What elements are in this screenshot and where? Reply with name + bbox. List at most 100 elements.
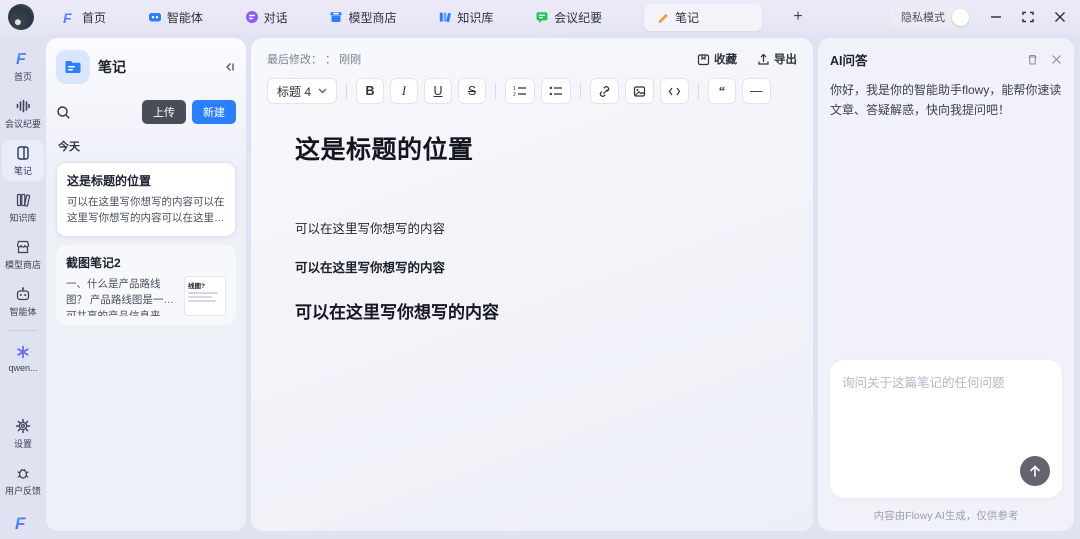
tab-label: 知识库 xyxy=(457,9,493,26)
gear-icon xyxy=(15,418,31,434)
editor-content[interactable]: 这是标题的位置 可以在这里写你想写的内容 可以在这里写你想写的内容 可以在这里写… xyxy=(267,104,797,323)
sidebar-item-label: 设置 xyxy=(14,437,32,450)
sidebar-divider xyxy=(8,330,38,331)
notes-app-icon xyxy=(56,50,90,84)
upload-button[interactable]: 上传 xyxy=(142,100,186,124)
left-sidebar: F 首页 会议纪要 笔记 知识库 模型商店 智能体 xyxy=(0,34,46,539)
quote-button[interactable]: “ xyxy=(708,78,736,104)
sidebar-item-model-store[interactable]: 模型商店 xyxy=(2,234,44,275)
bullet-list-button[interactable] xyxy=(541,78,571,104)
code-icon xyxy=(668,86,681,97)
close-panel-icon[interactable] xyxy=(1051,54,1062,65)
qwen-logo-icon xyxy=(15,344,31,360)
export-icon xyxy=(757,53,770,66)
tab-label: 首页 xyxy=(82,9,106,26)
export-button[interactable]: 导出 xyxy=(757,51,797,67)
document-paragraph[interactable]: 可以在这里写你想写的内容 xyxy=(295,218,769,237)
tab-home[interactable]: F 首页 xyxy=(62,9,106,26)
tab-strip: F 首页 智能体 对话 模型商店 知识库 会议纪要 xyxy=(62,4,762,31)
ai-panel-title: AI问答 xyxy=(830,50,1026,69)
image-button[interactable] xyxy=(625,78,654,104)
topbar: F 首页 智能体 对话 模型商店 知识库 会议纪要 xyxy=(0,0,1080,34)
italic-button[interactable]: I xyxy=(390,78,418,104)
sidebar-item-label: qwen... xyxy=(8,363,37,373)
tab-label: 智能体 xyxy=(167,9,203,26)
sidebar-item-settings[interactable]: 设置 xyxy=(2,413,44,454)
svg-text:F: F xyxy=(63,10,72,25)
storefront-icon xyxy=(15,239,31,255)
send-button[interactable] xyxy=(1020,456,1050,486)
privacy-mode-toggle[interactable]: 隐私模式 xyxy=(889,6,972,28)
note-list-item-selected[interactable]: 这是标题的位置 可以在这里写你想写的内容可以在这里写你想写的内容可以在这里写你想… xyxy=(56,162,236,237)
document-paragraph[interactable]: 可以在这里写你想写的内容 xyxy=(295,257,769,276)
code-button[interactable] xyxy=(660,78,689,104)
notes-section-today: 今天 xyxy=(58,138,234,154)
link-icon xyxy=(598,85,611,98)
document-paragraph[interactable]: 可以在这里写你想写的内容 xyxy=(295,298,769,323)
ai-question-input[interactable] xyxy=(842,372,1050,452)
maximize-button[interactable] xyxy=(1020,9,1036,25)
minimize-button[interactable] xyxy=(988,9,1004,25)
toggle-knob xyxy=(952,9,969,26)
sidebar-item-meeting-minutes[interactable]: 会议纪要 xyxy=(2,93,44,134)
sidebar-item-qwen[interactable]: qwen... xyxy=(2,339,44,377)
tab-agents[interactable]: 智能体 xyxy=(148,9,203,26)
search-icon[interactable] xyxy=(56,105,71,120)
knowledge-icon xyxy=(438,10,452,24)
books-icon xyxy=(15,192,31,208)
strikethrough-button[interactable]: S xyxy=(458,78,486,104)
sidebar-item-label: 知识库 xyxy=(9,211,36,224)
sidebar-item-label: 笔记 xyxy=(14,164,32,177)
window-controls xyxy=(988,9,1068,25)
divider-button[interactable]: — xyxy=(742,78,771,104)
tab-chat[interactable]: 对话 xyxy=(245,9,288,26)
tab-notes[interactable]: 笔记 xyxy=(644,4,762,31)
close-button[interactable] xyxy=(1052,9,1068,25)
svg-text:F: F xyxy=(15,514,26,533)
tab-meeting-minutes[interactable]: 会议纪要 xyxy=(535,9,602,26)
bold-button[interactable]: B xyxy=(356,78,384,104)
sidebar-item-home[interactable]: F 首页 xyxy=(2,44,44,87)
editor-toolbar: 标题 4 B I U S 12 “ xyxy=(267,78,797,104)
chat-icon xyxy=(245,10,259,24)
chevron-down-icon xyxy=(318,88,327,94)
feedback-bug-icon xyxy=(15,465,31,481)
note-list-item[interactable]: 截图笔记2 一、什么是产品路线图？ 产品路线图是一个可共享的产品信息来源，… 线… xyxy=(56,245,236,325)
document-title[interactable]: 这是标题的位置 xyxy=(295,130,769,166)
export-label: 导出 xyxy=(774,51,797,67)
tab-knowledge-base[interactable]: 知识库 xyxy=(438,9,493,26)
new-tab-button[interactable]: + xyxy=(788,8,808,26)
ordered-list-icon: 12 xyxy=(513,85,527,97)
sidebar-item-label: 会议纪要 xyxy=(5,117,41,130)
sidebar-item-feedback[interactable]: 用户反馈 xyxy=(2,460,44,501)
heading-select[interactable]: 标题 4 xyxy=(267,78,337,104)
tab-label: 会议纪要 xyxy=(554,9,602,26)
tab-model-store[interactable]: 模型商店 xyxy=(329,9,396,26)
ordered-list-button[interactable]: 12 xyxy=(505,78,535,104)
ai-greeting-message: 你好，我是你的智能助手flowy，能帮你速读文章、答疑解惑，快向我提问吧！ xyxy=(830,81,1062,121)
favorite-button[interactable]: 收藏 xyxy=(697,51,737,67)
ai-disclaimer: 内容由Flowy AI生成，仅供参考 xyxy=(830,508,1062,523)
link-button[interactable] xyxy=(590,78,619,104)
new-note-button[interactable]: 新建 xyxy=(192,100,236,124)
flowy-logo-icon: F xyxy=(13,513,33,533)
tab-label: 模型商店 xyxy=(348,9,396,26)
sidebar-item-agents[interactable]: 智能体 xyxy=(2,281,44,322)
svg-text:F: F xyxy=(16,51,27,67)
note-thumbnail-text: 线图? xyxy=(188,280,222,290)
note-item-title: 这是标题的位置 xyxy=(67,172,225,189)
tab-label: 对话 xyxy=(264,9,288,26)
note-item-preview: 可以在这里写你想写的内容可以在这里写你想写的内容可以在这里写你想写的内容 xyxy=(67,194,225,227)
sidebar-item-knowledge-base[interactable]: 知识库 xyxy=(2,187,44,228)
heading-select-value: 标题 4 xyxy=(277,83,311,100)
clear-history-icon[interactable] xyxy=(1026,53,1039,66)
collapse-panel-icon[interactable] xyxy=(222,60,236,74)
image-icon xyxy=(633,85,646,98)
svg-text:2: 2 xyxy=(513,92,516,97)
meeting-icon xyxy=(535,10,549,24)
ai-input-card xyxy=(830,360,1062,498)
underline-button[interactable]: U xyxy=(424,78,452,104)
notes-list-panel: 笔记 上传 新建 今天 这是标题的位置 可以在这里写你想写的内容可以在这里写你想… xyxy=(46,38,246,531)
sidebar-item-notes[interactable]: 笔记 xyxy=(2,140,44,181)
user-avatar[interactable] xyxy=(8,4,34,30)
